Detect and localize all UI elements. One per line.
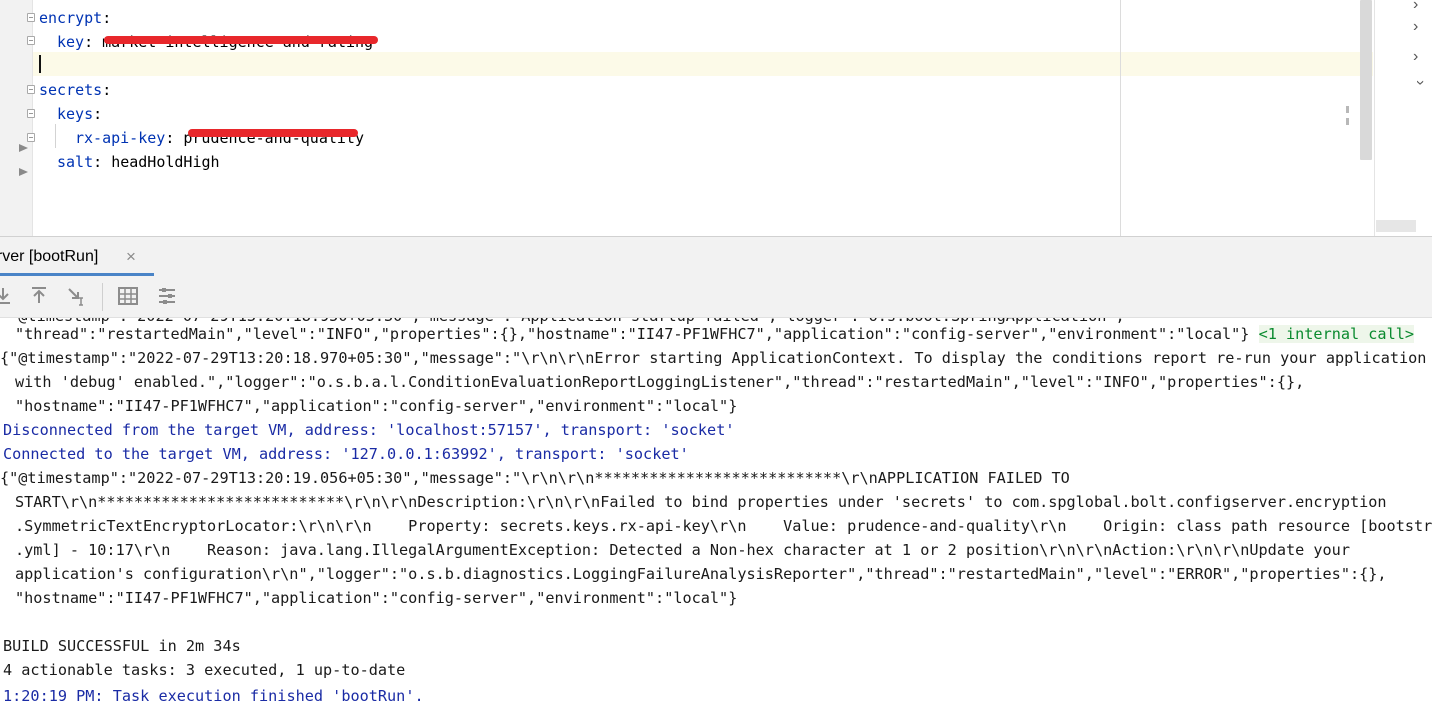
fold-marker-icon[interactable] — [27, 109, 35, 118]
redaction-mark — [188, 129, 358, 137]
right-margin-guide — [1120, 0, 1121, 236]
chevron-right-icon[interactable]: › — [1413, 49, 1427, 65]
console-line: BUILD SUCCESSFUL in 2m 34s — [3, 637, 241, 655]
code-line[interactable]: secrets: — [39, 78, 111, 102]
code-line[interactable]: encrypt: — [39, 6, 111, 30]
download-icon[interactable] — [0, 285, 14, 307]
internal-call-link[interactable]: <1 internal call> — [1258, 325, 1415, 343]
console-line: with 'debug' enabled.","logger":"o.s.b.a… — [15, 373, 1305, 391]
table-icon[interactable] — [117, 285, 139, 307]
clear-icon[interactable] — [66, 285, 88, 307]
code-line[interactable]: salt: headHoldHigh — [57, 150, 220, 174]
tab-bootrun[interactable]: erver [bootRun] — [0, 237, 112, 275]
settings-icon[interactable] — [156, 285, 178, 307]
fold-marker-icon[interactable] — [27, 36, 35, 45]
structure-sidebar — [1374, 0, 1432, 236]
chevron-down-icon[interactable]: › — [1412, 80, 1429, 94]
console-output[interactable]: "@timestamp":"2022-07-29T13:20:18.950+05… — [0, 318, 1432, 702]
console-line: "hostname":"II47-PF1WFHC7","application"… — [15, 397, 738, 415]
indent-guide — [55, 124, 56, 148]
close-icon[interactable]: × — [126, 237, 136, 277]
fold-marker-icon[interactable] — [27, 133, 35, 142]
console-line: .SymmetricTextEncryptorLocator:\r\n\r\n … — [15, 517, 1432, 535]
console-line: application's configuration\r\n","logger… — [15, 565, 1387, 583]
editor-gutter — [0, 0, 35, 236]
run-toolbar — [0, 277, 1432, 318]
chevron-right-icon[interactable]: › — [1413, 0, 1427, 13]
console-line: .yml] - 10:17\r\n Reason: java.lang.Ille… — [15, 541, 1350, 559]
active-tab-indicator — [0, 273, 154, 276]
console-line: Disconnected from the target VM, address… — [3, 421, 735, 439]
fold-marker-icon[interactable] — [27, 85, 35, 94]
console-line: 1:20:19 PM: Task execution finished 'boo… — [3, 687, 424, 702]
text-caret — [39, 55, 41, 73]
redaction-mark — [104, 36, 378, 44]
toolbar-separator — [102, 283, 103, 311]
chevron-right-icon[interactable]: › — [1413, 19, 1427, 35]
drag-handle[interactable] — [1346, 106, 1349, 130]
run-tab-bar: erver [bootRun] × — [0, 236, 1432, 278]
current-line-highlight — [33, 52, 1373, 76]
horizontal-scrollbar[interactable] — [1376, 220, 1416, 232]
fold-marker-icon[interactable] — [27, 13, 35, 22]
console-line: {"@timestamp":"2022-07-29T13:20:18.970+0… — [0, 349, 1427, 367]
console-line: "thread":"restartedMain","level":"INFO",… — [15, 325, 1415, 343]
console-line: "hostname":"II47-PF1WFHC7","application"… — [15, 589, 738, 607]
console-line: START\r\n***************************\r\n… — [15, 493, 1387, 511]
upload-icon[interactable] — [28, 285, 50, 307]
console-line: Connected to the target VM, address: '12… — [3, 445, 689, 463]
editor-scrollbar[interactable] — [1360, 0, 1372, 160]
console-line: 4 actionable tasks: 3 executed, 1 up-to-… — [3, 661, 406, 679]
gutter-arrow-icon[interactable] — [19, 168, 28, 176]
tab-bootrun-label: erver [bootRun] — [0, 248, 99, 265]
code-line[interactable]: keys: — [57, 102, 102, 126]
gutter-arrow-icon[interactable] — [19, 144, 28, 152]
code-editor[interactable]: encrypt: key: market-intelligence-and-ra… — [0, 0, 1432, 236]
console-line: {"@timestamp":"2022-07-29T13:20:19.056+0… — [0, 469, 1070, 487]
